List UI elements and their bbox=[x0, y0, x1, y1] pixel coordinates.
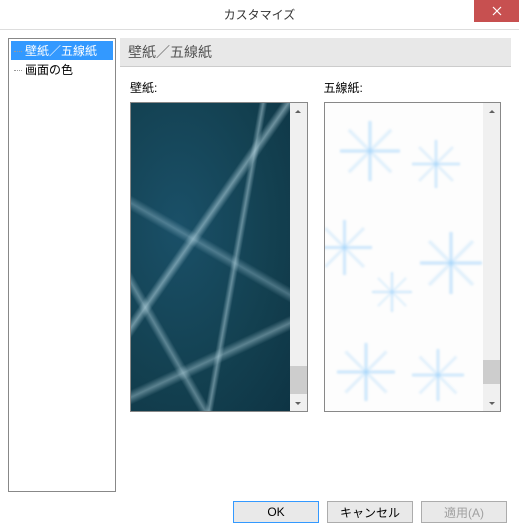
close-icon bbox=[492, 6, 502, 16]
chevron-down-icon bbox=[294, 399, 302, 407]
window-title: カスタマイズ bbox=[224, 6, 296, 23]
scroll-down-button[interactable] bbox=[290, 394, 307, 411]
wallpaper-label: 壁紙: bbox=[130, 79, 308, 96]
panel-header: 壁紙／五線紙 bbox=[120, 38, 511, 67]
scroll-up-button[interactable] bbox=[290, 103, 307, 120]
wallpaper-column: 壁紙: bbox=[130, 79, 308, 492]
sparkle-icon bbox=[337, 343, 395, 401]
chevron-down-icon bbox=[488, 399, 496, 407]
staff-preview[interactable] bbox=[325, 103, 484, 411]
wallpaper-preview-box bbox=[130, 102, 308, 412]
apply-button[interactable]: 適用(A) bbox=[421, 501, 507, 523]
scroll-down-button[interactable] bbox=[483, 394, 500, 411]
tree-item-screen-color[interactable]: 画面の色 bbox=[11, 60, 113, 79]
sparkle-icon bbox=[372, 272, 412, 312]
sparkle-icon bbox=[412, 349, 464, 401]
wallpaper-texture bbox=[131, 103, 290, 411]
cancel-button[interactable]: キャンセル bbox=[327, 501, 413, 523]
staff-texture bbox=[325, 103, 484, 411]
panel-body: 壁紙: 五線紙: bbox=[120, 67, 511, 492]
settings-panel: 壁紙／五線紙 壁紙: 五線紙: bbox=[120, 38, 511, 492]
chevron-up-icon bbox=[488, 108, 496, 116]
wallpaper-preview[interactable] bbox=[131, 103, 290, 411]
staff-label: 五線紙: bbox=[324, 79, 502, 96]
titlebar: カスタマイズ bbox=[0, 0, 519, 30]
nav-tree: 壁紙／五線紙 画面の色 bbox=[8, 38, 116, 492]
wallpaper-scrollbar[interactable] bbox=[290, 103, 307, 411]
staff-column: 五線紙: bbox=[324, 79, 502, 492]
sparkle-icon bbox=[412, 140, 460, 188]
tree-item-wallpaper[interactable]: 壁紙／五線紙 bbox=[11, 41, 113, 60]
chevron-up-icon bbox=[294, 108, 302, 116]
scroll-track[interactable] bbox=[290, 120, 307, 394]
scroll-track[interactable] bbox=[483, 120, 500, 394]
content-area: 壁紙／五線紙 画面の色 壁紙／五線紙 壁紙: 五線紙: bbox=[0, 30, 519, 492]
scroll-thumb[interactable] bbox=[483, 360, 500, 384]
ok-button[interactable]: OK bbox=[233, 501, 319, 523]
staff-scrollbar[interactable] bbox=[483, 103, 500, 411]
sparkle-icon bbox=[325, 220, 372, 275]
scroll-thumb[interactable] bbox=[290, 366, 307, 394]
dialog-buttons: OK キャンセル 適用(A) bbox=[0, 492, 519, 532]
sparkle-icon bbox=[420, 232, 482, 294]
sparkle-icon bbox=[340, 121, 400, 181]
close-button[interactable] bbox=[474, 0, 519, 22]
scroll-up-button[interactable] bbox=[483, 103, 500, 120]
staff-preview-box bbox=[324, 102, 502, 412]
